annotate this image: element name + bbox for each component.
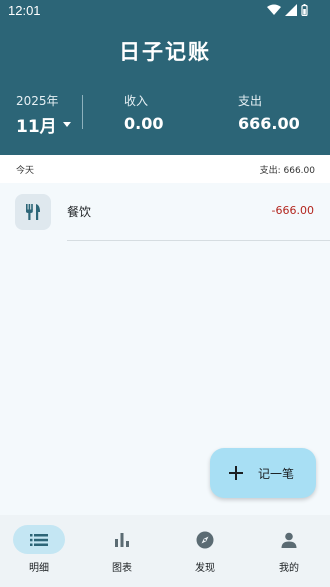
fork-knife-icon: [26, 204, 40, 220]
income-label: 收入: [124, 94, 149, 108]
summary-divider: [82, 95, 83, 129]
status-time: 12:01: [8, 3, 41, 18]
transaction-amount: -666.00: [271, 204, 314, 217]
nav-active-indicator: [13, 525, 65, 554]
expense-value: 666.00: [238, 114, 300, 133]
row-divider: [67, 240, 330, 241]
year-label: 2025年: [16, 94, 59, 108]
expense-label: 支出: [238, 94, 263, 108]
category-icon-box: [15, 194, 51, 230]
income-value: 0.00: [124, 114, 164, 133]
month-selector[interactable]: 11月: [16, 112, 71, 137]
month-label: 11月: [16, 117, 57, 137]
dropdown-arrow-icon: [62, 122, 71, 127]
wifi-icon: [267, 4, 281, 15]
add-record-label: 记一笔: [258, 467, 295, 481]
compass-icon: [196, 531, 214, 548]
nav-label-discover: 发现: [195, 563, 215, 574]
nav-item-mine[interactable]: 我的: [250, 515, 330, 587]
list-icon: [30, 533, 48, 546]
status-bar: 12:01: [0, 0, 330, 22]
nav-icon-holder: [179, 525, 231, 554]
nav-item-discover[interactable]: 发现: [166, 515, 248, 587]
battery-icon: [301, 4, 308, 16]
nav-item-details[interactable]: 明细: [0, 515, 82, 587]
day-total: 支出: 666.00: [259, 166, 315, 176]
app-title: 日子记账: [119, 40, 211, 64]
day-label: 今天: [16, 166, 35, 176]
header: 12:01 日子记账 2025年 11月 收入 0.00 支出 666.00: [0, 0, 330, 155]
bottom-nav: 明细 图表 发现 我的: [0, 515, 330, 587]
nav-label-charts: 图表: [112, 563, 132, 574]
nav-item-charts[interactable]: 图表: [83, 515, 165, 587]
add-record-button[interactable]: 记一笔: [210, 448, 316, 498]
signal-icon: [285, 4, 297, 16]
day-group-header: 今天 支出: 666.00: [0, 155, 330, 183]
month-summary: 2025年 11月 收入 0.00 支出 666.00: [0, 88, 330, 138]
transaction-row[interactable]: 餐饮 -666.00: [0, 183, 330, 241]
transaction-category: 餐饮: [67, 205, 92, 219]
nav-label-mine: 我的: [279, 563, 299, 574]
bar-chart-icon: [115, 532, 129, 547]
person-icon: [281, 532, 297, 548]
nav-label-details: 明细: [29, 563, 49, 574]
nav-icon-holder: [96, 525, 148, 554]
plus-icon: [229, 466, 243, 480]
nav-icon-holder: [263, 525, 315, 554]
status-icons: [267, 4, 308, 16]
